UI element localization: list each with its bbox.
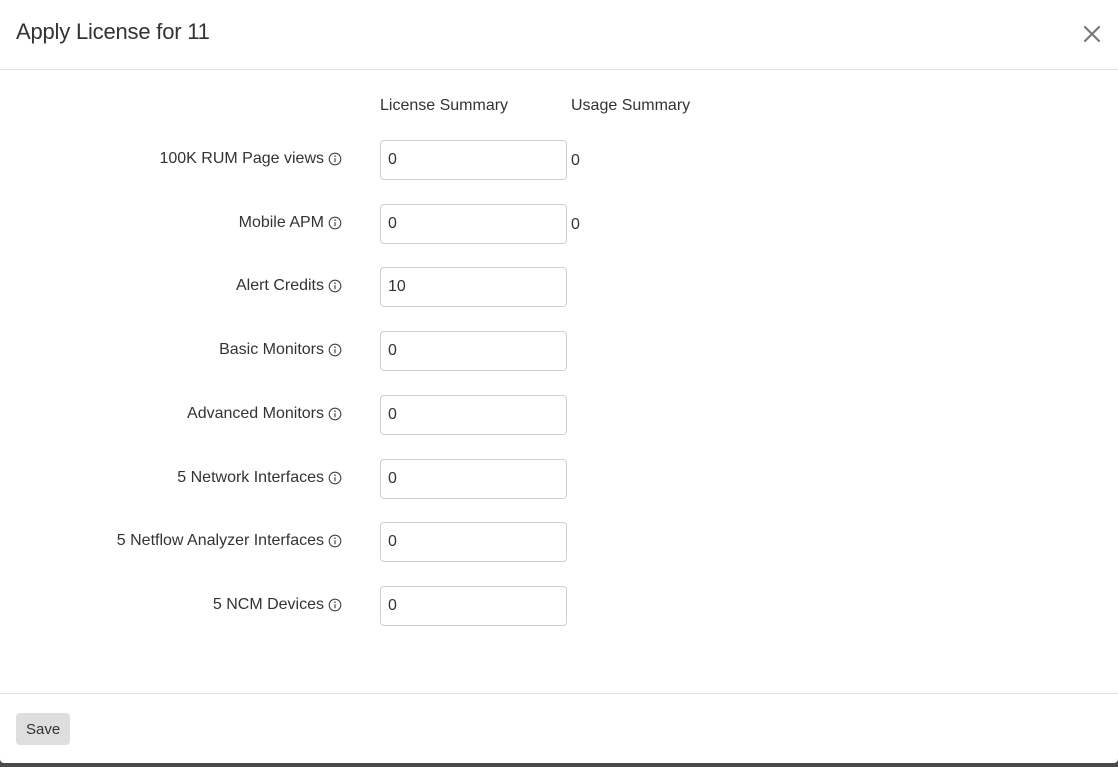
info-icon[interactable]: [328, 534, 342, 548]
close-icon: [1083, 25, 1101, 43]
usage-value: 0: [571, 152, 580, 169]
license-row-label-text: Alert Credits: [235, 277, 324, 294]
license-row: 5 NCM Devices: [0, 586, 1118, 626]
license-row-label-text: Basic Monitors: [219, 341, 324, 358]
dialog-footer: Save: [0, 693, 1118, 764]
license-row-label: 100K RUM Page views: [159, 150, 342, 168]
license-row-label-text: Advanced Monitors: [187, 405, 324, 422]
license-count-input[interactable]: [380, 459, 567, 499]
license-row-label: Basic Monitors: [219, 341, 342, 359]
license-row: Alert Credits: [0, 267, 1118, 307]
dialog-title: Apply License for 11: [16, 19, 210, 44]
license-row-label: Alert Credits: [236, 277, 342, 295]
license-count-input[interactable]: [380, 267, 567, 307]
license-row-label-text: 5 Network Interfaces: [177, 469, 324, 486]
license-count-input[interactable]: [380, 395, 567, 435]
license-count-input[interactable]: [380, 331, 567, 371]
license-row-label: 5 NCM Devices: [213, 596, 342, 614]
info-icon[interactable]: [328, 279, 342, 293]
license-row-label: Mobile APM: [239, 214, 342, 232]
info-icon[interactable]: [328, 216, 342, 230]
dialog-header: Apply License for 11: [0, 0, 1118, 70]
license-row-label: Advanced Monitors: [187, 405, 342, 423]
apply-license-dialog: Apply License for 11 License Summary Usa…: [0, 0, 1118, 763]
license-row-label-text: 5 Netflow Analyzer Interfaces: [116, 532, 324, 549]
info-icon[interactable]: [328, 152, 342, 166]
dialog-body: License Summary Usage Summary 100K RUM P…: [0, 70, 1118, 693]
license-row-label: 5 Network Interfaces: [177, 469, 342, 487]
info-icon[interactable]: [328, 407, 342, 421]
license-count-input[interactable]: [380, 586, 567, 626]
usage-summary-header: Usage Summary: [571, 97, 691, 114]
info-icon[interactable]: [328, 598, 342, 612]
license-row: 5 Network Interfaces: [0, 459, 1118, 499]
license-row: Mobile APM 0: [0, 204, 1118, 244]
license-count-input[interactable]: [380, 522, 567, 562]
license-summary-header: License Summary: [380, 97, 509, 114]
info-icon[interactable]: [328, 471, 342, 485]
close-button[interactable]: [1080, 22, 1104, 46]
license-row-label: 5 Netflow Analyzer Interfaces: [117, 532, 342, 550]
license-row: Basic Monitors: [0, 331, 1118, 371]
license-row-label-text: 100K RUM Page views: [159, 150, 324, 167]
license-row-label-text: 5 NCM Devices: [212, 596, 324, 613]
save-button[interactable]: Save: [16, 713, 71, 745]
license-row: Advanced Monitors: [0, 395, 1118, 435]
license-row-label-text: Mobile APM: [238, 214, 324, 231]
license-row: 100K RUM Page views 0: [0, 140, 1118, 180]
license-row: 5 Netflow Analyzer Interfaces: [0, 522, 1118, 562]
license-count-input[interactable]: [380, 204, 567, 244]
info-icon[interactable]: [328, 343, 342, 357]
license-count-input[interactable]: [380, 140, 567, 180]
usage-value: 0: [571, 216, 580, 233]
